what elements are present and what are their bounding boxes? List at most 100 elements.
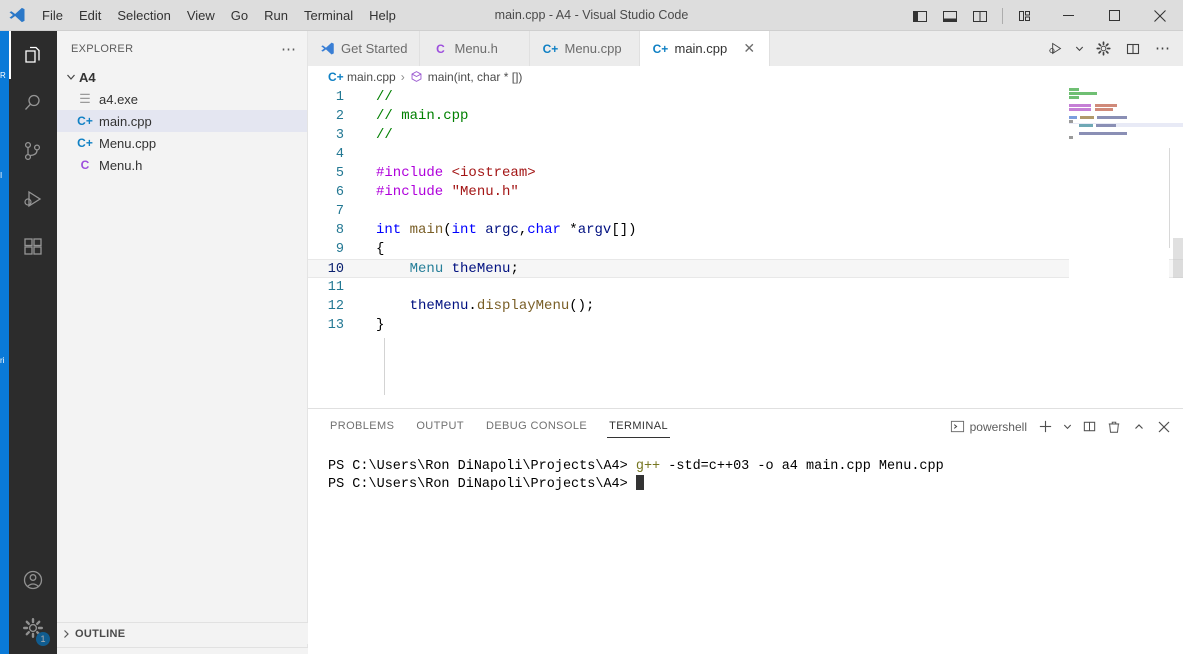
- line-number: 9: [335, 242, 344, 257]
- explorer-more-actions-icon[interactable]: ⋯: [281, 40, 297, 58]
- activity-explorer-icon[interactable]: [9, 31, 57, 79]
- menu-selection[interactable]: Selection: [109, 0, 178, 31]
- settings-badge: 1: [36, 632, 50, 646]
- file-icon-cpp: C+: [77, 114, 93, 128]
- code-token: Menu: [409, 261, 444, 277]
- code-line[interactable]: 9{: [308, 240, 1183, 259]
- tab-menu-cpp[interactable]: C+ Menu.cpp: [530, 31, 641, 66]
- edge-artifact-ri: ri: [0, 356, 5, 365]
- code-line[interactable]: 2 // main.cpp: [308, 107, 1183, 126]
- explorer-file-maincpp[interactable]: C+ main.cpp: [57, 110, 307, 132]
- explorer-folder-A4[interactable]: A4: [57, 66, 307, 88]
- code-line[interactable]: 6 #include "Menu.h": [308, 183, 1183, 202]
- sidebar-section-timeline[interactable]: TIMELINE: [57, 647, 308, 654]
- split-editor-icon[interactable]: [1119, 35, 1147, 63]
- terminal-output[interactable]: PS C:\Users\Ron DiNapoli\Projects\A4> g+…: [308, 444, 1183, 493]
- terminal-dropdown-icon[interactable]: [1059, 416, 1075, 438]
- file-icon-exe: ☰: [79, 91, 91, 106]
- tab-main-cpp[interactable]: C+ main.cpp ✕: [640, 31, 771, 66]
- code-editor[interactable]: 1//2// main.cpp 3//4 5 #include <iostream> 6…: [308, 88, 1183, 433]
- run-or-debug-icon[interactable]: [1041, 35, 1069, 63]
- sidebar-section-outline[interactable]: OUTLINE: [57, 622, 308, 644]
- editor-toolbar: ⋯: [1041, 31, 1183, 66]
- activity-extensions-icon[interactable]: [9, 223, 57, 271]
- panel-tab-problems[interactable]: PROBLEMS: [328, 409, 396, 444]
- toggle-secondary-sidebar-icon[interactable]: [966, 4, 994, 28]
- code-line[interactable]: 5 #include <iostream>: [308, 164, 1183, 183]
- chevron-down-icon[interactable]: [1071, 35, 1087, 63]
- code-line[interactable]: 7: [308, 202, 1183, 221]
- explorer-file-menucpp[interactable]: C+ Menu.cpp: [57, 132, 307, 154]
- menu-go[interactable]: Go: [223, 0, 256, 31]
- editor-tab-bar: Get Started C Menu.h C+ Menu.cpp C+ main…: [308, 31, 1183, 66]
- collapse-panel-icon[interactable]: [1128, 416, 1150, 438]
- menu-terminal[interactable]: Terminal: [296, 0, 361, 31]
- line-number: 12: [327, 299, 344, 314]
- code-token: #include: [376, 184, 444, 200]
- toggle-panel-icon[interactable]: [936, 4, 964, 28]
- panel-tab-debug-console[interactable]: DEBUG CONSOLE: [484, 409, 589, 444]
- line-text: [360, 145, 376, 164]
- menu-view[interactable]: View: [179, 0, 223, 31]
- close-button[interactable]: [1137, 0, 1183, 31]
- toggle-primary-sidebar-icon[interactable]: [906, 4, 934, 28]
- menu-edit[interactable]: Edit: [71, 0, 109, 31]
- toolbar-divider: [1002, 7, 1003, 24]
- chevron-right-icon[interactable]: [57, 629, 75, 639]
- code-line[interactable]: 8 int main(int argc,char *argv[]): [308, 221, 1183, 240]
- tab-menu-h[interactable]: C Menu.h: [420, 31, 531, 66]
- minimap-line: [1069, 112, 1169, 115]
- close-panel-icon[interactable]: [1153, 416, 1175, 438]
- line-number: 7: [335, 204, 344, 219]
- code-token: #include: [376, 165, 444, 181]
- minimize-button[interactable]: [1045, 0, 1091, 31]
- minimap[interactable]: [1069, 88, 1183, 433]
- code-line[interactable]: 13}: [308, 316, 1183, 335]
- menu-run[interactable]: Run: [256, 0, 296, 31]
- tab-close-icon[interactable]: ✕: [741, 40, 757, 57]
- activity-accounts-icon[interactable]: [9, 556, 57, 604]
- menu-help[interactable]: Help: [361, 0, 404, 31]
- activity-search-icon[interactable]: [9, 79, 57, 127]
- line-text: // main.cpp: [360, 107, 468, 126]
- chevron-down-icon[interactable]: [63, 66, 79, 88]
- tab-get-started[interactable]: Get Started: [308, 31, 421, 66]
- minimap-line: [1069, 100, 1169, 103]
- minimap-token: [1096, 124, 1116, 127]
- explorer-file-menuh[interactable]: C Menu.h: [57, 154, 307, 176]
- explorer-file-a4exe[interactable]: ☰ a4.exe: [57, 88, 307, 110]
- line-text: [360, 202, 376, 221]
- customize-layout-icon[interactable]: [1011, 4, 1039, 28]
- editor-more-actions-icon[interactable]: ⋯: [1149, 35, 1177, 63]
- minimap-line: [1069, 104, 1169, 107]
- panel-tab-bar: PROBLEMS OUTPUT DEBUG CONSOLE TERMINAL p…: [308, 409, 1183, 444]
- split-terminal-icon[interactable]: [1078, 416, 1100, 438]
- code-line[interactable]: 11: [308, 278, 1183, 297]
- code-line[interactable]: 3 //: [308, 126, 1183, 145]
- terminal-selector[interactable]: powershell: [950, 419, 1027, 434]
- breadcrumb-item-symbol[interactable]: main(int, char * []): [428, 70, 523, 84]
- code-line[interactable]: 4: [308, 145, 1183, 164]
- minimap-line: [1069, 116, 1169, 119]
- tab-label: Get Started: [341, 41, 408, 56]
- new-terminal-icon[interactable]: [1034, 416, 1056, 438]
- activity-run-debug-icon[interactable]: [9, 175, 57, 223]
- code-token: ();: [569, 298, 595, 314]
- minimap-token: [1069, 132, 1079, 135]
- menu-file[interactable]: File: [34, 0, 71, 31]
- settings-gear-icon[interactable]: [1089, 35, 1117, 63]
- maximize-button[interactable]: [1091, 0, 1137, 31]
- menu-bar[interactable]: File Edit Selection View Go Run Terminal…: [34, 0, 404, 31]
- code-line[interactable]: 1 //: [308, 88, 1183, 107]
- activity-manage-settings-icon[interactable]: 1: [9, 604, 57, 652]
- kill-terminal-icon[interactable]: [1103, 416, 1125, 438]
- code-line[interactable]: 10 Menu theMenu;: [308, 259, 1183, 278]
- activity-source-control-icon[interactable]: [9, 127, 57, 175]
- terminal-command-args: -std=c++03 -o a4 main.cpp Menu.cpp: [660, 459, 944, 474]
- breadcrumb-item-file[interactable]: main.cpp: [347, 70, 396, 84]
- panel-tab-output[interactable]: OUTPUT: [414, 409, 466, 444]
- panel-tab-terminal[interactable]: TERMINAL: [607, 409, 670, 444]
- code-line[interactable]: 12 theMenu.displayMenu();: [308, 297, 1183, 316]
- editor-scrollbar[interactable]: [1173, 238, 1183, 278]
